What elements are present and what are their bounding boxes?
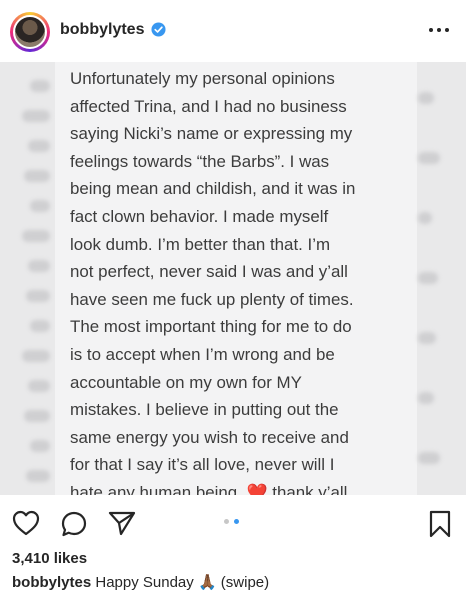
post-image[interactable]: Unfortunately my personal opinions affec… <box>0 62 466 495</box>
bookmark-icon[interactable] <box>428 510 452 538</box>
post-tail: thank y’all <box>267 482 348 495</box>
avatar[interactable] <box>10 12 50 52</box>
post-header: bobbylytes <box>0 0 466 62</box>
post-body: Unfortunately my personal opinions affec… <box>70 69 356 495</box>
carousel-dot-active <box>234 519 239 524</box>
caption-suffix: (swipe) <box>216 574 270 591</box>
action-bar <box>0 500 466 546</box>
avatar-image <box>13 15 47 49</box>
caption-text: Happy Sunday <box>91 574 198 591</box>
heart-emoji: ❤️ <box>246 482 268 495</box>
post-text: Unfortunately my personal opinions affec… <box>70 65 400 495</box>
comment-icon[interactable] <box>60 510 88 538</box>
blurred-right-margin <box>414 62 466 495</box>
caption-emoji: 🙏🏾 <box>197 574 217 591</box>
paper-plane-icon[interactable] <box>108 510 136 536</box>
carousel-indicator <box>224 519 244 525</box>
blurred-left-margin <box>0 62 60 495</box>
caption-username[interactable]: bobbylytes <box>12 574 91 591</box>
carousel-dot-inactive <box>224 519 229 524</box>
like-count[interactable]: 3,410 likes <box>12 550 87 567</box>
more-horizontal-icon[interactable] <box>428 22 450 38</box>
verified-badge-icon <box>151 22 166 37</box>
caption: bobbylytes Happy Sunday 🙏🏾 (swipe) <box>12 573 269 591</box>
header-username[interactable]: bobbylytes <box>60 21 144 39</box>
heart-outline-icon[interactable] <box>12 510 40 536</box>
